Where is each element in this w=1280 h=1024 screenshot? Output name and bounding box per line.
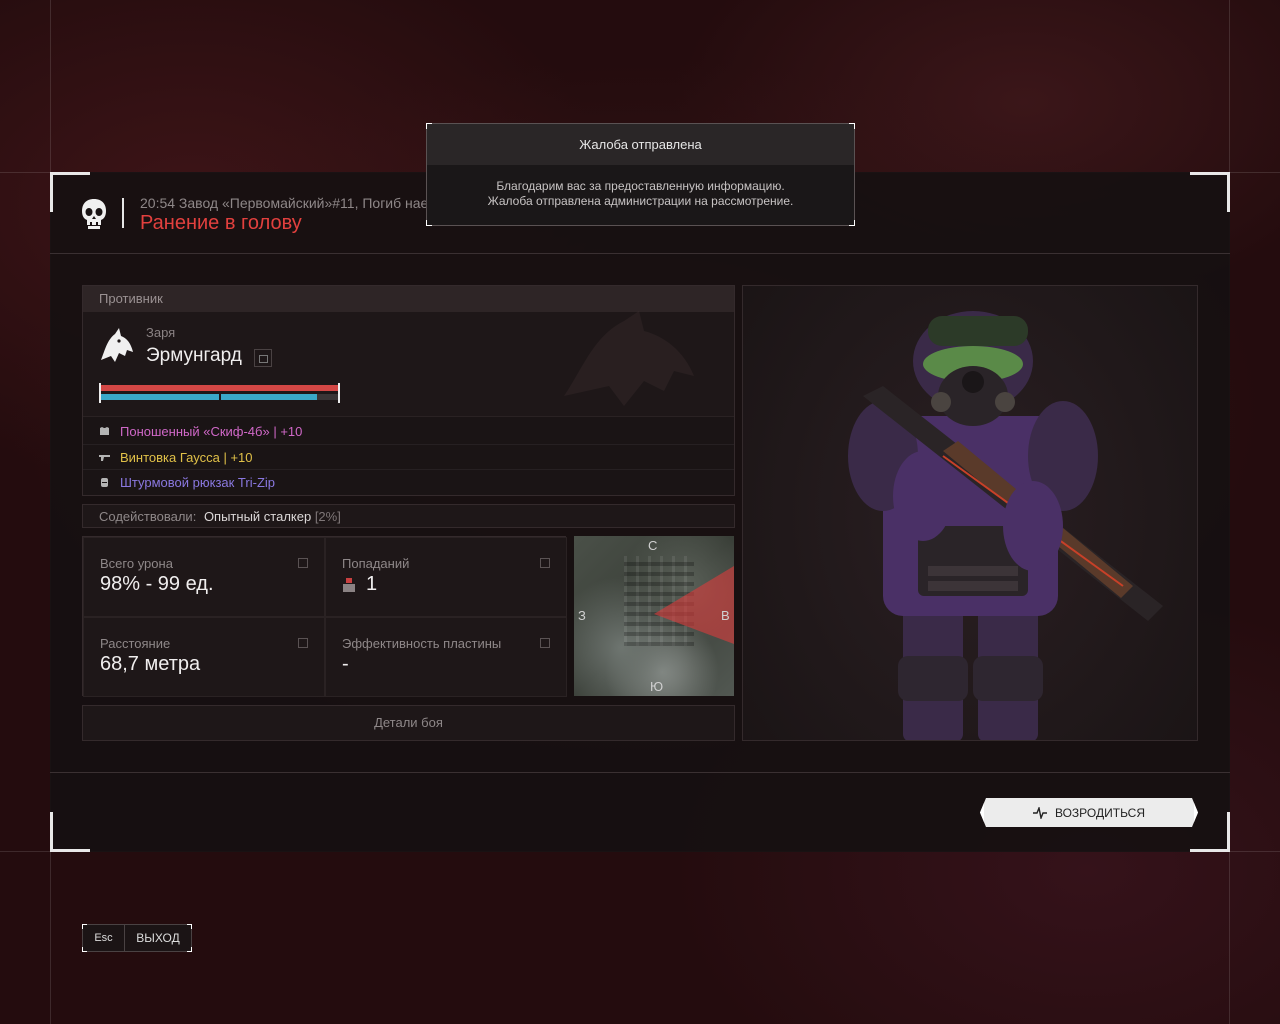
equipment-name: Поношенный «Скиф-4б» (120, 424, 270, 439)
map-west-label: З (578, 608, 586, 623)
equipment-list: Поношенный «Скиф-4б» | +10 Винтовка Гаус… (83, 416, 734, 495)
stat-label: Попаданий (342, 556, 410, 571)
toast-corner (426, 220, 432, 226)
equipment-item-backpack[interactable]: Штурмовой рюкзак Tri-Zip (83, 469, 734, 494)
enemy-faction: Заря (146, 325, 176, 340)
stat-label: Расстояние (100, 636, 171, 651)
assist-percent: [2%] (311, 509, 341, 524)
copy-name-button[interactable] (254, 349, 272, 367)
info-icon[interactable] (540, 638, 550, 648)
button-corner (187, 947, 192, 952)
stat-plate-efficiency: Эффективность пластины - (325, 617, 567, 697)
weapon-icon (99, 452, 110, 463)
character-preview (742, 285, 1198, 741)
armor-bar (101, 394, 317, 400)
frame-corner (1190, 812, 1230, 852)
button-corner (82, 924, 87, 929)
equipment-bonus: | +10 (269, 424, 303, 439)
map-north-label: С (648, 538, 658, 553)
wolf-watermark-icon (564, 311, 694, 406)
map-east-label: В (721, 608, 730, 623)
esc-key-hint: Esc (83, 925, 125, 951)
toast-corner (849, 123, 855, 129)
stat-value: 68,7 метра (100, 653, 201, 675)
toast-line: Благодарим вас за предоставленную информ… (496, 179, 785, 193)
button-corner (82, 947, 87, 952)
stat-value: 98% - 99 ед. (100, 573, 214, 595)
exit-label: ВЫХОД (136, 931, 180, 945)
stat-value: 1 (342, 573, 550, 596)
equipment-item-armor[interactable]: Поношенный «Скиф-4б» | +10 (83, 419, 734, 444)
frame-corner (50, 812, 90, 852)
stat-total-damage: Всего урона 98% - 99 ед. (83, 537, 325, 617)
frame-corner (50, 172, 90, 212)
backpack-icon (99, 477, 110, 488)
enemy-card: Противник Заря Эрмунгард Поношенный «Ски… (82, 285, 735, 496)
assist-row: Содействовали: Опытный сталкер [2%] (82, 504, 735, 528)
armor-bar-segment (219, 394, 221, 400)
info-icon[interactable] (540, 558, 550, 568)
heartbeat-icon (1033, 807, 1047, 819)
button-corner (187, 924, 192, 929)
info-icon[interactable] (298, 558, 308, 568)
frame-corner (1190, 172, 1230, 212)
hits-count: 1 (366, 573, 378, 595)
toast-corner (426, 123, 432, 129)
stat-value: - (342, 653, 349, 675)
view-cone (654, 566, 734, 644)
stat-hits: Попаданий 1 (325, 537, 567, 617)
exit-button[interactable]: Esc ВЫХОД (82, 924, 192, 952)
death-report-panel: 20:54 Завод «Первомайский»#11, Погиб нае… (50, 172, 1230, 852)
stat-label: Всего урона (100, 556, 173, 571)
assist-label: Содействовали: (99, 509, 197, 524)
footer-bar: ВОЗРОДИТЬСЯ (50, 772, 1230, 852)
event-title: Ранение в голову (140, 212, 302, 234)
stat-label: Эффективность пластины (342, 636, 502, 651)
equipment-name: Штурмовой рюкзак Tri-Zip (120, 474, 275, 490)
assist-name: Опытный сталкер (203, 509, 312, 524)
body-hit-icon (343, 577, 355, 592)
toast-title: Жалоба отправлена (427, 124, 854, 165)
event-info: 20:54 Завод «Первомайский»#11, Погиб нае… (140, 195, 438, 211)
stats-grid: Всего урона 98% - 99 ед. Попаданий 1 Рас… (82, 536, 567, 697)
enemy-status-bars (99, 383, 340, 403)
respawn-button[interactable]: ВОЗРОДИТЬСЯ (980, 798, 1198, 827)
respawn-label: ВОЗРОДИТЬСЯ (1054, 805, 1146, 820)
toast-corner (849, 220, 855, 226)
wolf-icon (101, 328, 133, 362)
report-sent-toast: Жалоба отправлена Благодарим вас за пред… (426, 123, 855, 226)
info-icon[interactable] (298, 638, 308, 648)
minimap[interactable]: С Ю З В (574, 536, 734, 696)
equipment-name: Винтовка Гаусса (120, 449, 220, 465)
health-bar (101, 385, 338, 391)
armor-icon (99, 426, 110, 437)
toast-line: Жалоба отправлена администрации на рассм… (487, 194, 794, 208)
header-divider (122, 198, 124, 228)
battle-details-button[interactable]: Детали боя (82, 705, 735, 741)
stat-distance: Расстояние 68,7 метра (83, 617, 325, 697)
soldier-model (848, 311, 1163, 740)
equipment-bonus: | +10 (219, 449, 253, 465)
toast-body: Благодарим вас за предоставленную информ… (427, 165, 854, 209)
map-south-label: Ю (650, 679, 664, 694)
equipment-item-weapon[interactable]: Винтовка Гаусса | +10 (83, 444, 734, 469)
enemy-name: Эрмунгард (146, 345, 242, 366)
